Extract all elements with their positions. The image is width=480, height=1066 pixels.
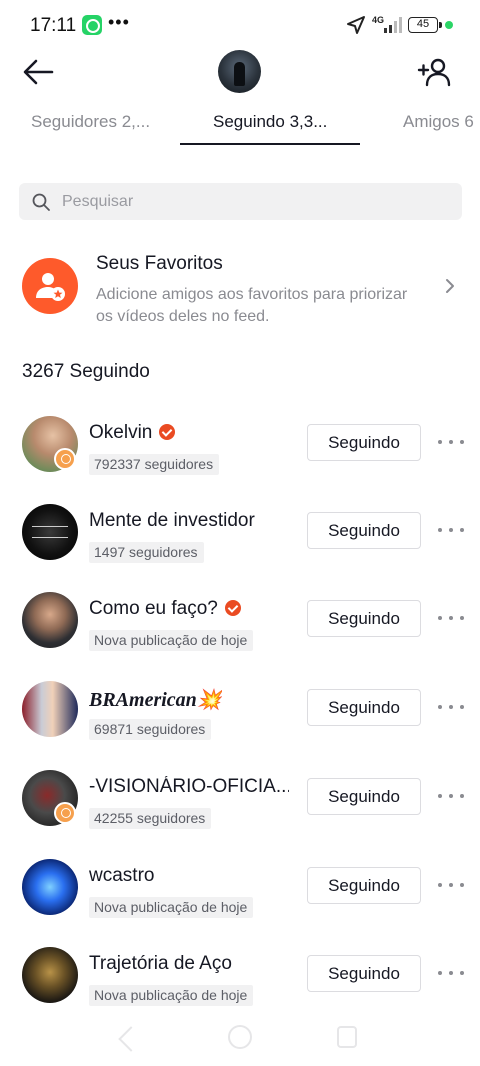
nav-home-icon[interactable] — [228, 1025, 252, 1049]
user-subtitle: Nova publicação de hoje — [89, 985, 254, 1006]
list-item[interactable]: wcastro Nova publicação de hoje Seguindo — [0, 851, 480, 921]
privacy-dot-icon — [445, 21, 453, 29]
more-options-icon[interactable] — [438, 520, 464, 540]
list-item[interactable]: Okelvin 792337 seguidores Seguindo — [0, 408, 480, 478]
more-notifications-icon: ••• — [108, 12, 130, 32]
user-subtitle: 42255 seguidores — [89, 808, 212, 829]
tab-following[interactable]: Seguindo 3,3... — [213, 112, 327, 132]
user-subtitle: 1497 seguidores — [89, 542, 204, 563]
verified-icon — [225, 600, 241, 616]
verified-icon — [159, 424, 175, 440]
location-icon — [347, 16, 365, 34]
more-options-icon[interactable] — [438, 963, 464, 983]
search-input[interactable] — [62, 183, 452, 220]
user-name[interactable]: Mente de investidor — [89, 510, 255, 532]
following-button[interactable]: Seguindo — [307, 424, 421, 461]
profile-header — [0, 48, 480, 96]
nav-recent-apps-icon[interactable] — [337, 1026, 357, 1048]
list-item[interactable]: BRAmerican💥 69871 seguidores Seguindo — [0, 673, 480, 743]
user-name[interactable]: Como eu faço? — [89, 598, 218, 620]
search-icon — [32, 193, 50, 211]
user-subtitle: 792337 seguidores — [89, 454, 220, 475]
following-button[interactable]: Seguindo — [307, 512, 421, 549]
avatar[interactable] — [22, 681, 78, 737]
following-button[interactable]: Seguindo — [307, 955, 421, 992]
add-friend-button[interactable] — [416, 54, 452, 90]
following-button[interactable]: Seguindo — [307, 600, 421, 637]
list-item[interactable]: Como eu faço? Nova publicação de hoje Se… — [0, 584, 480, 654]
more-options-icon[interactable] — [438, 432, 464, 452]
tab-followers[interactable]: Seguidores 2,... — [31, 112, 150, 132]
avatar[interactable] — [22, 504, 78, 560]
add-user-icon — [417, 58, 451, 87]
profile-avatar[interactable] — [218, 50, 261, 93]
battery-indicator: 45 — [408, 17, 442, 33]
live-badge-icon — [54, 448, 76, 470]
user-name[interactable]: Trajetória de Aço — [89, 953, 232, 975]
search-box[interactable] — [19, 183, 462, 220]
back-button[interactable] — [20, 54, 56, 90]
following-button[interactable]: Seguindo — [307, 867, 421, 904]
more-options-icon[interactable] — [438, 608, 464, 628]
more-options-icon[interactable] — [438, 786, 464, 806]
arrow-left-icon — [23, 59, 54, 85]
signal-icon — [382, 17, 404, 33]
user-name[interactable]: wcastro — [89, 865, 154, 887]
list-item[interactable]: Trajetória de Aço Nova publicação de hoj… — [0, 939, 480, 1009]
favorite-user-icon — [22, 258, 78, 314]
user-subtitle: Nova publicação de hoje — [89, 630, 254, 651]
follow-tabs: Seguidores 2,... Seguindo 3,3... Amigos … — [0, 104, 480, 146]
list-item[interactable]: -VISIONÁRIO-OFICIA... 42255 seguidores S… — [0, 762, 480, 832]
nav-back-icon[interactable] — [118, 1026, 144, 1052]
active-tab-indicator — [180, 143, 360, 145]
status-bar: 17:11 ••• 4G 45 — [0, 0, 480, 52]
user-name[interactable]: Okelvin — [89, 422, 152, 444]
user-name[interactable]: BRAmerican💥 — [89, 687, 222, 712]
user-subtitle: 69871 seguidores — [89, 719, 212, 740]
chevron-right-icon — [446, 279, 454, 293]
user-subtitle: Nova publicação de hoje — [89, 897, 254, 918]
user-name[interactable]: -VISIONÁRIO-OFICIA... — [89, 776, 289, 798]
live-badge-icon — [54, 802, 76, 824]
favorites-title: Seus Favoritos — [96, 253, 223, 274]
status-time: 17:11 — [30, 15, 77, 36]
tab-friends[interactable]: Amigos 6 — [403, 112, 474, 132]
more-options-icon[interactable] — [438, 697, 464, 717]
system-nav-bar — [0, 1018, 480, 1066]
whatsapp-notification-icon — [82, 15, 102, 35]
avatar[interactable] — [22, 859, 78, 915]
favorites-description: Adicione amigos aos favoritos para prior… — [96, 286, 408, 325]
more-options-icon[interactable] — [438, 875, 464, 895]
list-item[interactable]: Mente de investidor 1497 seguidores Segu… — [0, 496, 480, 566]
following-count: 3267 Seguindo — [22, 361, 150, 382]
following-button[interactable]: Seguindo — [307, 689, 421, 726]
avatar[interactable] — [22, 592, 78, 648]
favorites-entry[interactable]: Seus Favoritos Adicione amigos aos favor… — [0, 245, 480, 333]
following-button[interactable]: Seguindo — [307, 778, 421, 815]
avatar[interactable] — [22, 947, 78, 1003]
